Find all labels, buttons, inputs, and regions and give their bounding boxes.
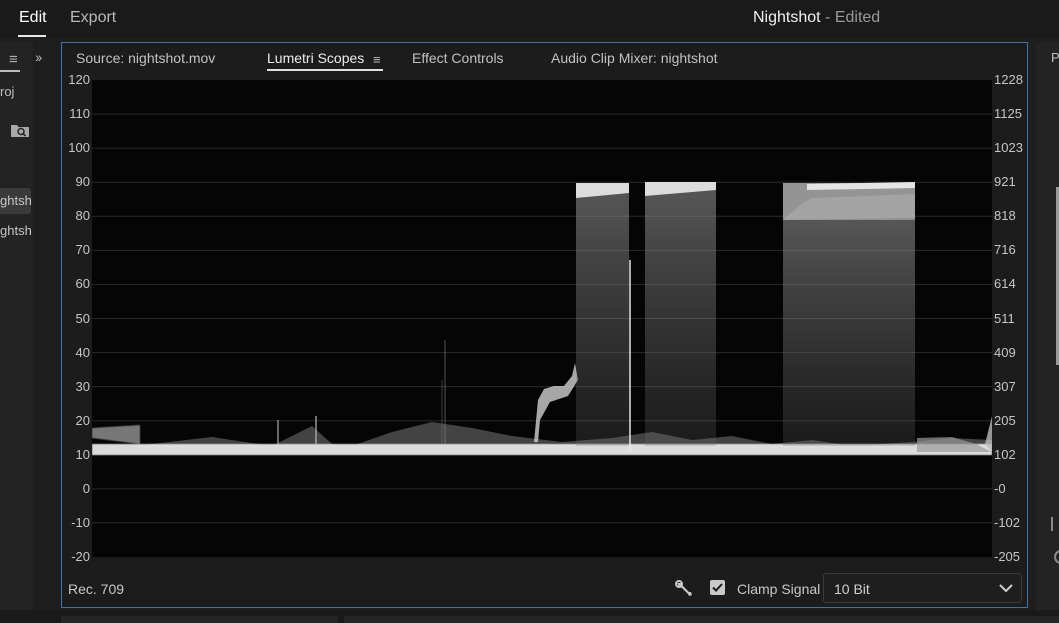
code-tick-label: 614: [994, 276, 1016, 292]
right-panel-marker: [1051, 517, 1053, 531]
code-tick-label: -205: [994, 549, 1021, 564]
chevrons-right-icon[interactable]: ››: [35, 49, 42, 65]
code-tick-label: -102: [994, 514, 1021, 530]
ire-tick-label: 10: [75, 446, 90, 462]
bottom-panel: [344, 616, 1059, 623]
code-tick-label: 1228: [994, 72, 1023, 87]
project-tab-underline: [0, 70, 20, 72]
chevron-down-icon: [999, 584, 1013, 593]
top-menu-bar: Edit Export Nightshot - Edited: [0, 0, 1059, 38]
wrench-icon[interactable]: [674, 578, 694, 598]
code-tick-label: -0: [994, 480, 1006, 496]
tab-audio-clip-mixer[interactable]: Audio Clip Mixer: nightshot: [551, 50, 718, 66]
hamburger-icon[interactable]: ≡: [9, 51, 18, 68]
ire-tick-label: 0: [82, 480, 90, 496]
clamp-signal-label: Clamp Signal: [737, 581, 821, 597]
ire-tick-label: 50: [75, 310, 90, 326]
ire-tick-label: 30: [75, 378, 90, 394]
ire-tick-label: 70: [75, 242, 90, 258]
menu-edit[interactable]: Edit: [19, 9, 47, 27]
active-tab-underline: [267, 69, 383, 71]
edit-status: - Edited: [820, 9, 881, 26]
code-tick-label: 307: [994, 378, 1016, 394]
ire-tick-label: 40: [75, 344, 90, 360]
tab-effect-controls[interactable]: Effect Controls: [412, 50, 504, 66]
ire-tick-label: 60: [75, 276, 90, 292]
code-tick-label: 511: [994, 310, 1015, 326]
code-tick-label: 716: [994, 242, 1016, 258]
code-tick-label: 818: [994, 208, 1016, 224]
code-tick-label: 102: [994, 446, 1016, 462]
right-panel-circle-icon[interactable]: [1054, 550, 1059, 564]
waveform-display: [92, 113, 992, 524]
right-panel-tab-label[interactable]: P: [1051, 50, 1059, 65]
menu-edit-underline: [18, 35, 46, 37]
app-title: Nightshot - Edited: [753, 9, 880, 27]
ire-tick-label: 20: [75, 412, 90, 428]
panel-menu-icon[interactable]: ≡: [373, 52, 381, 67]
tab-lumetri-scopes[interactable]: Lumetri Scopes: [267, 50, 364, 66]
ire-tick-label: 120: [68, 72, 90, 87]
bit-depth-value: 10 Bit: [834, 581, 870, 597]
ire-tick-label: 90: [75, 174, 90, 190]
tab-source[interactable]: Source: nightshot.mov: [76, 50, 215, 66]
bit-depth-dropdown[interactable]: 10 Bit: [823, 573, 1022, 603]
project-name: Nightshot: [753, 9, 821, 26]
checkmark-icon: [712, 583, 723, 592]
code-tick-label: 1125: [994, 106, 1022, 122]
lumetri-scopes-panel: Source: nightshot.mov Lumetri Scopes ≡ E…: [61, 42, 1028, 608]
menu-export[interactable]: Export: [70, 9, 116, 27]
right-panel: P: [1036, 42, 1059, 610]
code-tick-label: 205: [994, 412, 1016, 428]
project-clip-item[interactable]: ghtsho: [0, 188, 31, 214]
project-tab-label[interactable]: roj: [0, 84, 14, 99]
ire-tick-label: 80: [75, 208, 90, 224]
project-panel: ≡ roj ghtsho ghtsho: [0, 42, 33, 623]
project-clip-item[interactable]: ghtsho: [0, 218, 31, 244]
ire-tick-label: 100: [68, 140, 90, 156]
code-tick-label: 1023: [994, 140, 1023, 156]
ire-tick-label: 110: [69, 106, 90, 122]
ire-tick-label: -20: [71, 549, 90, 564]
code-tick-label: 409: [994, 344, 1016, 360]
bottom-panel: [61, 616, 338, 623]
waveform-scope: [92, 80, 992, 557]
code-tick-label: 921: [994, 174, 1016, 190]
app-window: Edit Export Nightshot - Edited ≡ roj ght…: [0, 0, 1059, 623]
color-space-label: Rec. 709: [68, 581, 125, 597]
clamp-signal-checkbox[interactable]: [710, 580, 725, 595]
ire-tick-label: -10: [71, 514, 90, 530]
search-bin-icon[interactable]: [10, 122, 30, 138]
